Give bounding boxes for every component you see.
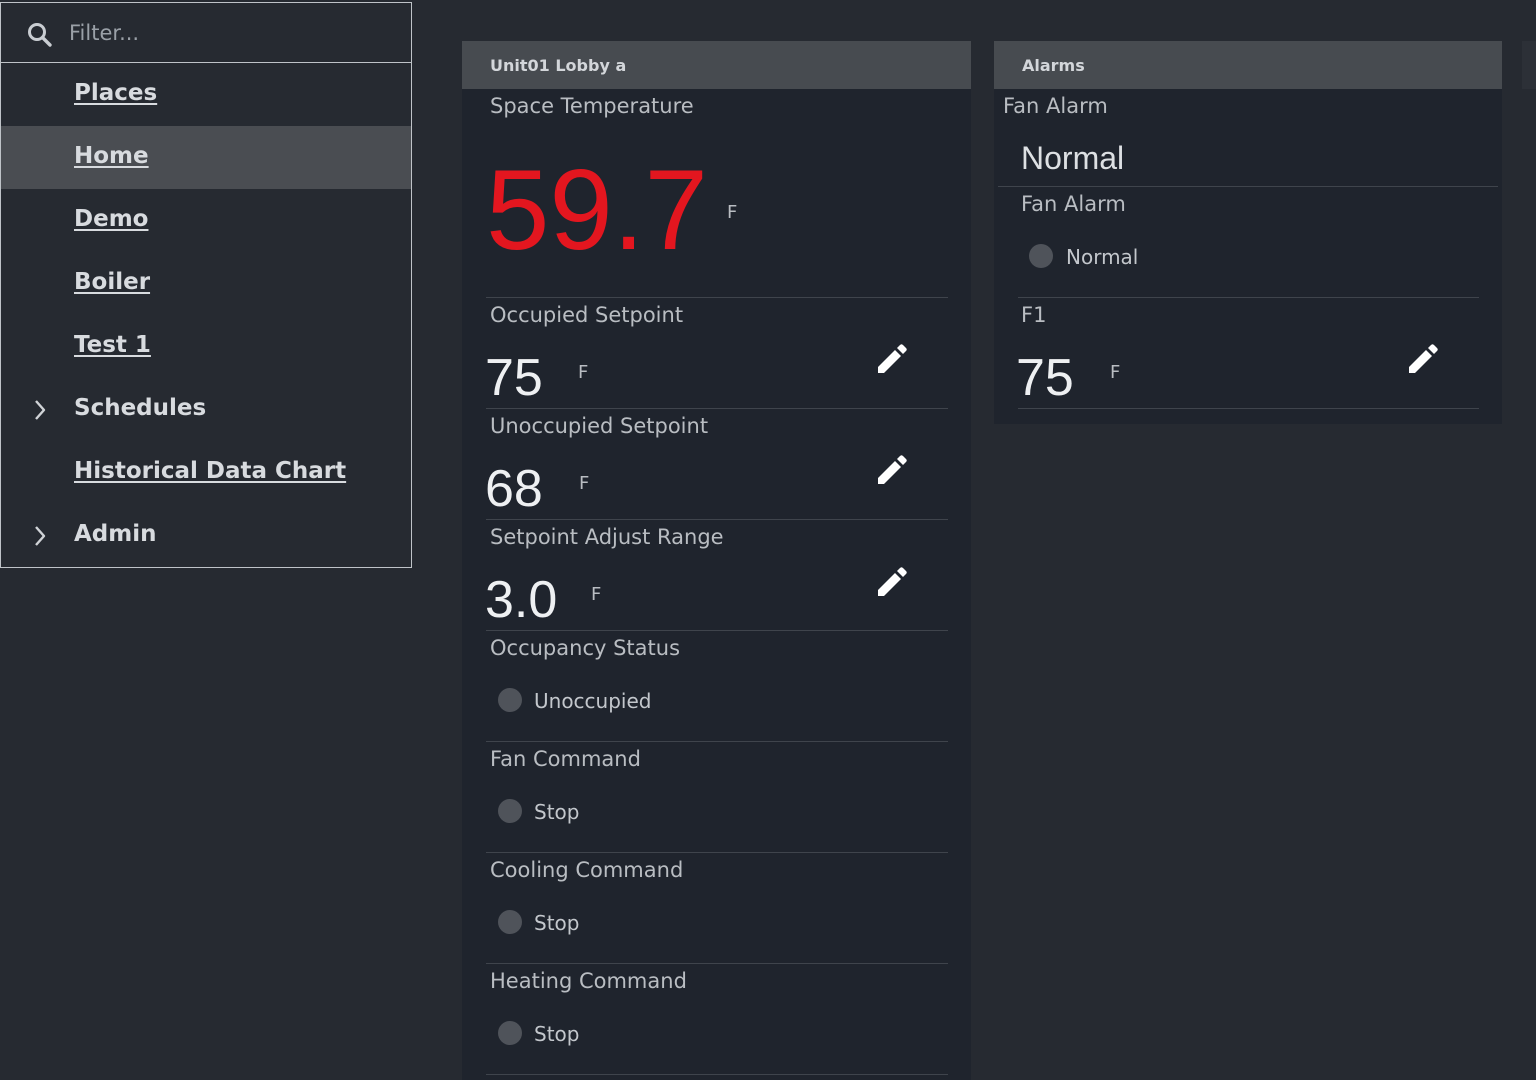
alarms-panel: Alarms Fan Alarm Normal Fan Alarm Normal… [994,41,1502,424]
nav-item-label[interactable]: Test 1 [74,332,151,358]
divider [486,741,948,742]
nav-item-places[interactable]: Places [0,63,412,127]
unoccupied-setpoint-label: Unoccupied Setpoint [490,414,709,438]
occupied-setpoint-value: 75 [485,349,543,407]
sidebar: Places Home Demo Boiler Test 1 Schedules… [0,0,412,1080]
nav-item-label[interactable]: Admin [74,521,157,547]
nav-item-home[interactable]: Home [0,126,412,190]
f1-label: F1 [1021,303,1047,327]
f1-unit: F [1110,362,1121,383]
pencil-icon [878,567,907,596]
edit-f1-button[interactable] [1405,341,1441,377]
divider [486,1074,948,1075]
nav-item-demo[interactable]: Demo [0,189,412,253]
nav-item-historical-data-chart[interactable]: Historical Data Chart [0,441,412,505]
fan-command-label: Fan Command [490,747,641,771]
panel-header: Alarms [994,41,1502,89]
pencil-icon [878,344,907,373]
pencil-icon [1409,344,1438,373]
occupied-setpoint-label: Occupied Setpoint [490,303,684,327]
status-indicator-icon [498,799,522,823]
panel-title: Unit01 Lobby a [490,56,627,75]
fan-alarm-status-value: Normal [1066,245,1139,269]
nav-item-label[interactable]: Home [74,143,149,169]
chevron-right-icon[interactable] [32,398,48,422]
unoccupied-setpoint-value: 68 [485,460,543,518]
occupied-setpoint-unit: F [578,362,589,383]
cooling-command-label: Cooling Command [490,858,684,882]
app-root: Places Home Demo Boiler Test 1 Schedules… [0,0,1536,1080]
next-panel-edge [1522,41,1536,89]
divider [486,519,948,520]
nav-item-label[interactable]: Historical Data Chart [74,458,346,484]
status-indicator-icon [1029,244,1053,268]
divider [998,186,1498,187]
nav-item-admin[interactable]: Admin [0,504,412,568]
chevron-right-icon[interactable] [32,524,48,548]
divider [1018,297,1479,298]
nav-item-schedules[interactable]: Schedules [0,378,412,442]
divider [486,408,948,409]
divider [486,852,948,853]
unit-panel: Unit01 Lobby a Space Temperature 59.7 F … [462,41,971,1080]
nav-item-label[interactable]: Schedules [74,395,206,421]
nav-item-label[interactable]: Boiler [74,269,150,295]
space-temperature-value: 59.7 [486,147,708,274]
filter-input[interactable] [69,15,389,51]
panel-title: Alarms [1022,56,1085,75]
setpoint-adjust-range-value: 3.0 [485,571,558,629]
cooling-command-value: Stop [534,911,580,935]
occupancy-status-label: Occupancy Status [490,636,681,660]
f1-value: 75 [1016,349,1074,407]
setpoint-adjust-range-unit: F [591,584,602,605]
unoccupied-setpoint-unit: F [579,473,590,494]
divider [486,297,948,298]
fan-alarm-status-label: Fan Alarm [1021,192,1126,216]
divider [1018,408,1479,409]
edit-occupied-setpoint-button[interactable] [874,341,910,377]
nav-item-boiler[interactable]: Boiler [0,252,412,316]
fan-alarm-value: Normal [1021,140,1125,176]
space-temperature-unit: F [727,202,738,223]
space-temperature-label: Space Temperature [490,94,694,118]
fan-command-value: Stop [534,800,580,824]
search-icon [28,23,52,47]
divider [486,963,948,964]
divider [486,630,948,631]
nav-item-label[interactable]: Demo [74,206,148,232]
filter-bar [0,2,412,63]
edit-setpoint-adjust-range-button[interactable] [874,564,910,600]
panel-header: Unit01 Lobby a [462,41,971,89]
status-indicator-icon [498,910,522,934]
heating-command-label: Heating Command [490,969,687,993]
edit-unoccupied-setpoint-button[interactable] [874,452,910,488]
nav-item-test-1[interactable]: Test 1 [0,315,412,379]
heating-command-value: Stop [534,1022,580,1046]
setpoint-adjust-range-label: Setpoint Adjust Range [490,525,724,549]
pencil-icon [878,455,907,484]
status-indicator-icon [498,688,522,712]
occupancy-status-value: Unoccupied [534,689,652,713]
fan-alarm-label: Fan Alarm [1003,94,1108,118]
status-indicator-icon [498,1021,522,1045]
nav-item-label[interactable]: Places [74,80,157,106]
